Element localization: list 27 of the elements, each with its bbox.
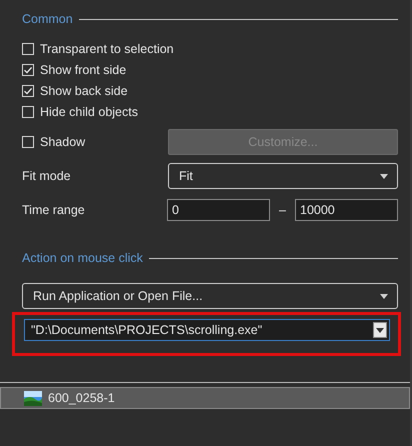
input-field[interactable]: 0 [167,199,270,221]
action-dropdown[interactable]: Run Application or Open File... [22,283,398,309]
section-heading: Common [22,12,73,26]
dropdown-arrow-icon [380,174,388,178]
range-separator: – [278,203,287,217]
checkbox[interactable] [22,136,34,148]
checkbox[interactable] [22,106,34,118]
checkbox-label: Transparent to selection [40,42,174,56]
section-heading: Action on mouse click [22,251,143,265]
field-label: Fit mode [22,169,72,183]
checkbox-label: Shadow [40,135,86,149]
dropdown-arrow-icon [376,328,384,332]
item-label: 600_0258-1 [48,391,115,405]
checkbox-label: Show back side [40,84,128,98]
checkbox[interactable] [22,64,34,76]
list-item[interactable]: 600_0258-1 [0,387,410,409]
checkbox[interactable] [22,85,34,97]
dropdown-button[interactable] [373,322,387,338]
checkbox-label: Hide child objects [40,105,138,119]
checkbox[interactable] [22,43,34,55]
field-label: Time range [22,203,86,217]
input-field[interactable]: 10000 [295,199,398,221]
path-combo-box[interactable]: "D:\Documents\PROJECTS\scrolling.exe" [24,319,390,341]
checkbox-label: Show front side [40,63,126,77]
image-icon [24,390,42,406]
dropdown-arrow-icon [380,294,388,298]
fit-mode-dropdown[interactable]: Fit [168,163,398,189]
